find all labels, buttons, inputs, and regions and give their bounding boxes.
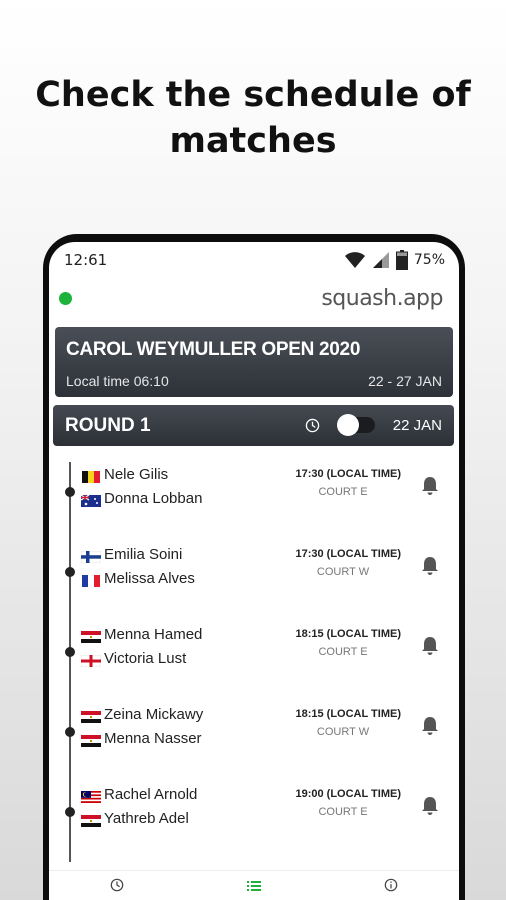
info-icon — [384, 878, 398, 892]
player-2: Yathreb Adel — [81, 808, 189, 828]
finland-flag — [80, 548, 102, 564]
status-icons: 75% — [344, 250, 445, 270]
england-flag — [80, 652, 102, 668]
malaysia-flag — [81, 788, 101, 803]
tournament-card[interactable]: CAROL WEYMULLER OPEN 2020 Local time 06:… — [55, 327, 453, 397]
round-title: ROUND 1 — [65, 415, 151, 436]
player-1-name: Emilia Soini — [104, 545, 183, 563]
battery-percent: 75% — [413, 252, 445, 268]
match-time: 18:15 (LOCAL TIME) — [295, 708, 401, 720]
player-1: Menna Hamed — [81, 624, 202, 644]
player-2: Menna Nasser — [81, 728, 202, 748]
local-time-toggle[interactable] — [337, 414, 375, 436]
player-2: Donna Lobban — [80, 488, 203, 508]
round-header[interactable]: ROUND 1 22 JAN — [53, 405, 454, 446]
bell-icon[interactable] — [421, 796, 439, 820]
toggle-knob — [337, 414, 359, 436]
match-row[interactable]: Emilia Soini Melissa Alves 17:30 (LOCAL TI… — [49, 542, 459, 602]
player-1-name: Nele Gilis — [104, 465, 169, 483]
promo-headline: Check the schedule of matches — [0, 72, 506, 164]
timeline-dot — [65, 727, 75, 737]
headline-line-1: Check the schedule of — [35, 75, 471, 115]
match-row[interactable]: Nele Gilis Donna Lobban 17:30 (LOCAL TIME)… — [49, 462, 459, 522]
nav-item-info[interactable] — [351, 877, 431, 896]
tournament-dates: 22 - 27 JAN — [368, 373, 442, 389]
tournament-local-time: Local time 06:10 — [66, 373, 169, 389]
list-icon — [247, 881, 261, 891]
player-2-name: Donna Lobban — [104, 489, 203, 507]
match-row[interactable]: Rachel Arnold Yathreb Adel 19:00 (LOCAL TI… — [49, 782, 459, 842]
timeline-dot — [65, 487, 75, 497]
timeline-dot — [65, 807, 75, 817]
status-time: 12:61 — [64, 251, 108, 269]
player-2: Melissa Alves — [81, 568, 195, 588]
player-2-name: Menna Nasser — [104, 729, 202, 747]
egypt-flag — [81, 732, 101, 747]
egypt-flag — [81, 708, 101, 723]
match-court: COURT W — [316, 566, 370, 578]
timeline-dot — [65, 567, 75, 577]
player-1-name: Menna Hamed — [104, 625, 203, 643]
bell-icon[interactable] — [421, 556, 439, 580]
bottom-navigation — [49, 870, 459, 900]
app-bar: squash.app — [49, 282, 459, 322]
match-court: COURT E — [318, 806, 368, 818]
clock-icon — [110, 878, 124, 892]
round-date: 22 JAN — [392, 417, 442, 434]
player-2-name: Yathreb Adel — [104, 809, 189, 827]
player-2: Victoria Lust — [80, 648, 187, 668]
timeline-dot — [65, 647, 75, 657]
nav-item-live[interactable] — [77, 877, 157, 896]
player-2-name: Victoria Lust — [104, 649, 187, 667]
match-time: 19:00 (LOCAL TIME) — [295, 788, 401, 800]
player-1: Rachel Arnold — [81, 784, 197, 804]
match-court: COURT E — [318, 486, 368, 498]
player-1: Zeina Mickawy — [81, 704, 203, 724]
match-row[interactable]: Menna Hamed Victoria Lust 18:15 (LOCAL TIM… — [49, 622, 459, 682]
egypt-flag — [81, 628, 101, 643]
player-1: Emilia Soini — [80, 544, 183, 564]
online-status-dot — [59, 292, 72, 305]
match-row[interactable]: Zeina Mickawy Menna Nasser 18:15 (LOCAL TI… — [49, 702, 459, 762]
belgium-flag — [81, 468, 101, 483]
france-flag — [81, 572, 101, 587]
match-time: 17:30 (LOCAL TIME) — [295, 548, 401, 560]
bell-icon[interactable] — [421, 476, 439, 500]
player-1-name: Rachel Arnold — [104, 785, 198, 803]
nav-item-schedule[interactable] — [214, 877, 294, 896]
player-1-name: Zeina Mickawy — [104, 705, 204, 723]
egypt-flag — [81, 812, 101, 827]
player-2-name: Melissa Alves — [104, 569, 195, 587]
match-court: COURT E — [318, 646, 368, 658]
match-court: COURT W — [316, 726, 370, 738]
bell-icon[interactable] — [421, 716, 439, 740]
tournament-name: CAROL WEYMULLER OPEN 2020 — [66, 339, 361, 360]
app-screen: 12:61 75% squash.app CAROL WEYMULLER OPE… — [49, 242, 459, 900]
clock-icon — [305, 418, 320, 433]
headline-line-2: matches — [169, 121, 337, 161]
player-1: Nele Gilis — [81, 464, 168, 484]
bell-icon[interactable] — [421, 636, 439, 660]
status-bar: 12:61 75% — [49, 242, 459, 282]
australia-flag — [80, 492, 101, 507]
match-time: 17:30 (LOCAL TIME) — [295, 468, 401, 480]
app-title: squash.app — [321, 286, 443, 311]
wifi-icon — [344, 252, 365, 268]
match-time: 18:15 (LOCAL TIME) — [295, 628, 401, 640]
signal-icon — [372, 252, 389, 268]
battery-icon — [395, 250, 408, 270]
